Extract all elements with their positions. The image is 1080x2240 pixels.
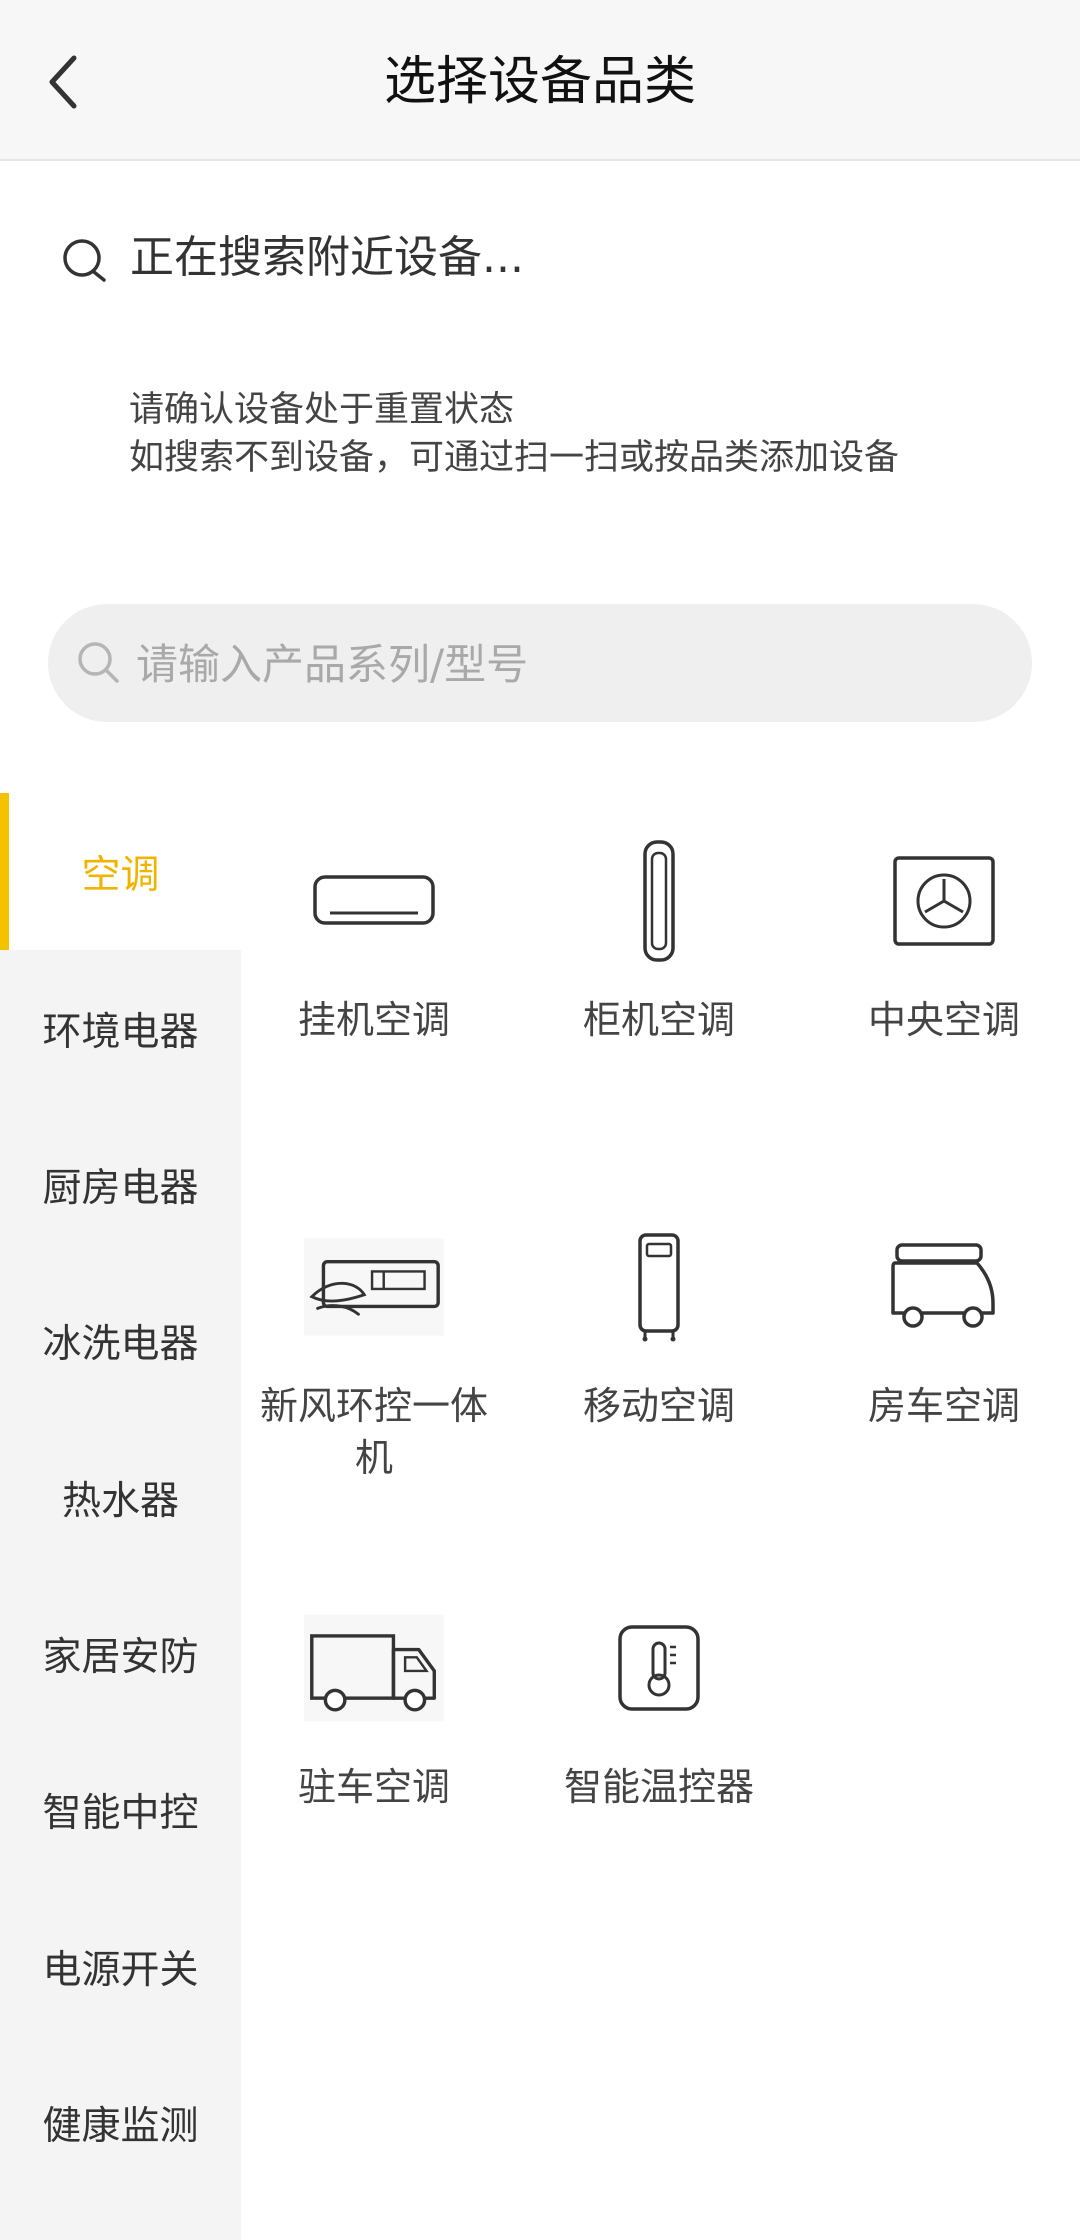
category-label: 中央空调: [867, 998, 1020, 1042]
search-icon: [78, 642, 119, 683]
sidebar-item-power-switch[interactable]: 电源开关: [0, 1888, 241, 2045]
sidebar-item-label: 厨房电器: [42, 1165, 199, 1211]
wall-ac-icon: [304, 836, 444, 966]
sidebar-item-label: 电源开关: [42, 1947, 199, 1993]
category-floor-ac[interactable]: 柜机空调: [519, 836, 799, 1046]
rv-ac-icon: [874, 1222, 1014, 1352]
category-thermostat[interactable]: 智能温控器: [519, 1603, 799, 1813]
sidebar-item-kitchen[interactable]: 厨房电器: [0, 1106, 241, 1263]
category-label: 房车空调: [867, 1384, 1020, 1428]
sidebar-item-label: 环境电器: [42, 1009, 199, 1055]
sidebar-item-home-security[interactable]: 家居安防: [0, 1575, 241, 1732]
category-portable-ac[interactable]: 移动空调: [519, 1222, 799, 1432]
central-ac-icon: [874, 836, 1014, 966]
category-label: 挂机空调: [297, 998, 450, 1042]
category-sidebar: 空调 环境电器 厨房电器 冰洗电器 热水器 家居安防 智能中控 电源开关 健康监…: [0, 793, 241, 2240]
category-central-ac[interactable]: 中央空调: [804, 836, 1080, 1046]
category-truck-ac[interactable]: 驻车空调: [234, 1603, 514, 1813]
search-input[interactable]: [134, 604, 998, 724]
category-label: 新风环控一体机: [259, 1384, 488, 1480]
searching-text: 正在搜索附近设备...: [130, 232, 524, 283]
sidebar-item-label: 健康监测: [42, 2103, 199, 2149]
thermostat-icon: [589, 1603, 729, 1733]
header-bar: 选择设备品类: [0, 0, 1080, 161]
sidebar-item-health[interactable]: 健康监测: [0, 2044, 241, 2201]
sidebar-item-label: 家居安防: [42, 1634, 199, 1680]
category-label: 驻车空调: [297, 1765, 450, 1809]
category-label: 智能温控器: [563, 1765, 754, 1809]
category-wall-ac[interactable]: 挂机空调: [234, 836, 514, 1046]
sidebar-item-label: 热水器: [61, 1478, 179, 1524]
floor-ac-icon: [589, 836, 729, 966]
search-loading-icon: [63, 239, 106, 282]
category-label: 柜机空调: [582, 998, 735, 1042]
category-fresh-air[interactable]: 新风环控一体机: [234, 1222, 514, 1484]
fresh-air-icon: [304, 1222, 444, 1352]
tip-line: 如搜索不到设备，可通过扫一扫或按品类添加设备: [129, 438, 900, 478]
truck-ac-icon: [304, 1603, 444, 1733]
sidebar-item-label: 空调: [81, 852, 160, 898]
tips-text: 请确认设备处于重置状态 如搜索不到设备，可通过扫一扫或按品类添加设备: [129, 386, 899, 482]
sidebar-item-label: 冰洗电器: [42, 1321, 199, 1367]
page-title: 选择设备品类: [383, 52, 696, 112]
sidebar-item-environment[interactable]: 环境电器: [0, 950, 241, 1107]
tip-line: 请确认设备处于重置状态: [129, 390, 515, 430]
sidebar-item-label: 智能中控: [42, 1790, 199, 1836]
search-box[interactable]: [48, 604, 1032, 724]
sidebar-item-fridge-washer[interactable]: 冰洗电器: [0, 1262, 241, 1419]
category-rv-ac[interactable]: 房车空调: [804, 1222, 1080, 1432]
portable-ac-icon: [589, 1222, 729, 1352]
active-indicator: [0, 793, 9, 950]
sidebar-item-water-heater[interactable]: 热水器: [0, 1419, 241, 1576]
sidebar-item-smart-control[interactable]: 智能中控: [0, 1731, 241, 1888]
category-label: 移动空调: [582, 1384, 735, 1428]
sidebar-item-ac[interactable]: 空调: [0, 793, 241, 950]
searching-status: 正在搜索附近设备...: [60, 228, 960, 288]
